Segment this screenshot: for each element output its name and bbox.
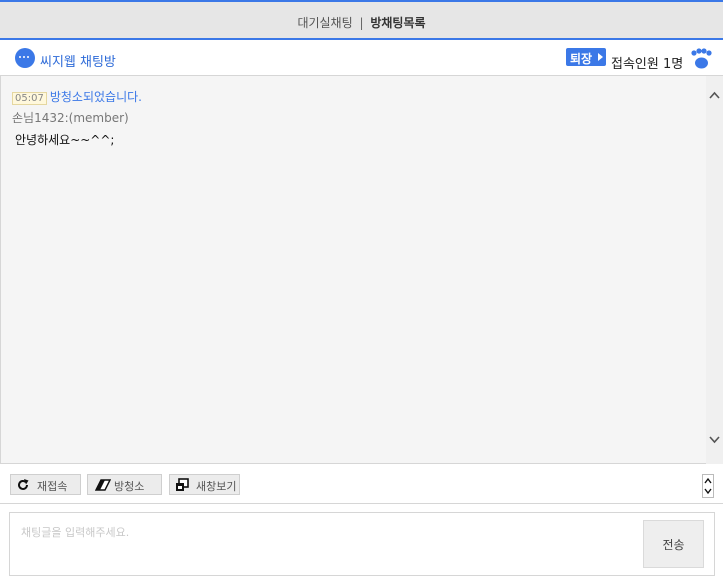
new-window-icon [175,478,189,492]
chat-bubble-icon [15,48,35,68]
new-window-button[interactable]: 새창보기 [169,474,240,495]
clear-room-label: 방청소 [114,480,145,493]
play-arrow-icon [598,53,603,61]
system-message: 05:07 방청소되었습니다. [12,88,142,105]
message-text: 안녕하세요~~^^; [15,133,115,147]
system-message-text: 방청소되었습니다. [49,90,142,104]
message-composer: 전송 [9,512,715,576]
refresh-icon [16,478,30,492]
reconnect-label: 재접속 [37,480,68,493]
room-header: 씨지웹 채팅방 퇴장 접속인원 1명 [0,40,723,76]
spin-down-icon [704,488,712,495]
chat-scrollbar[interactable] [706,76,723,464]
exit-button[interactable]: 퇴장 [566,48,606,66]
exit-label: 퇴장 [570,52,593,66]
chat-log[interactable]: 05:07 방청소되었습니다. 손님1432:(member) 안녕하세요~~^^… [0,76,723,464]
room-title: 씨지웹 채팅방 [40,55,116,70]
new-window-label: 새창보기 [196,480,237,493]
eraser-icon [94,478,112,492]
scroll-up-icon[interactable] [709,90,720,101]
message-input[interactable] [10,513,640,575]
reconnect-button[interactable]: 재접속 [10,474,81,495]
message-time: 05:07 [12,92,47,105]
tab-room-list[interactable]: 방채팅목록 [370,16,425,30]
scroll-down-icon[interactable] [709,434,720,445]
tab-waiting-room[interactable]: 대기실채팅 [297,16,352,30]
top-tab-bar: 대기실채팅 | 방채팅목록 [0,0,723,40]
user-count: 접속인원 1명 [611,57,684,72]
tab-group: 대기실채팅 | 방채팅목록 [0,14,723,31]
chat-toolbar: 재접속 방청소 새창보기 [0,464,723,504]
clear-room-button[interactable]: 방청소 [87,474,162,495]
spin-up-icon [704,477,712,484]
message-sender: 손님1432:(member) [12,111,129,125]
tab-separator: | [359,16,364,30]
send-button[interactable]: 전송 [643,520,704,568]
users-group-icon[interactable] [689,48,713,70]
scroll-spinner[interactable] [702,474,714,498]
